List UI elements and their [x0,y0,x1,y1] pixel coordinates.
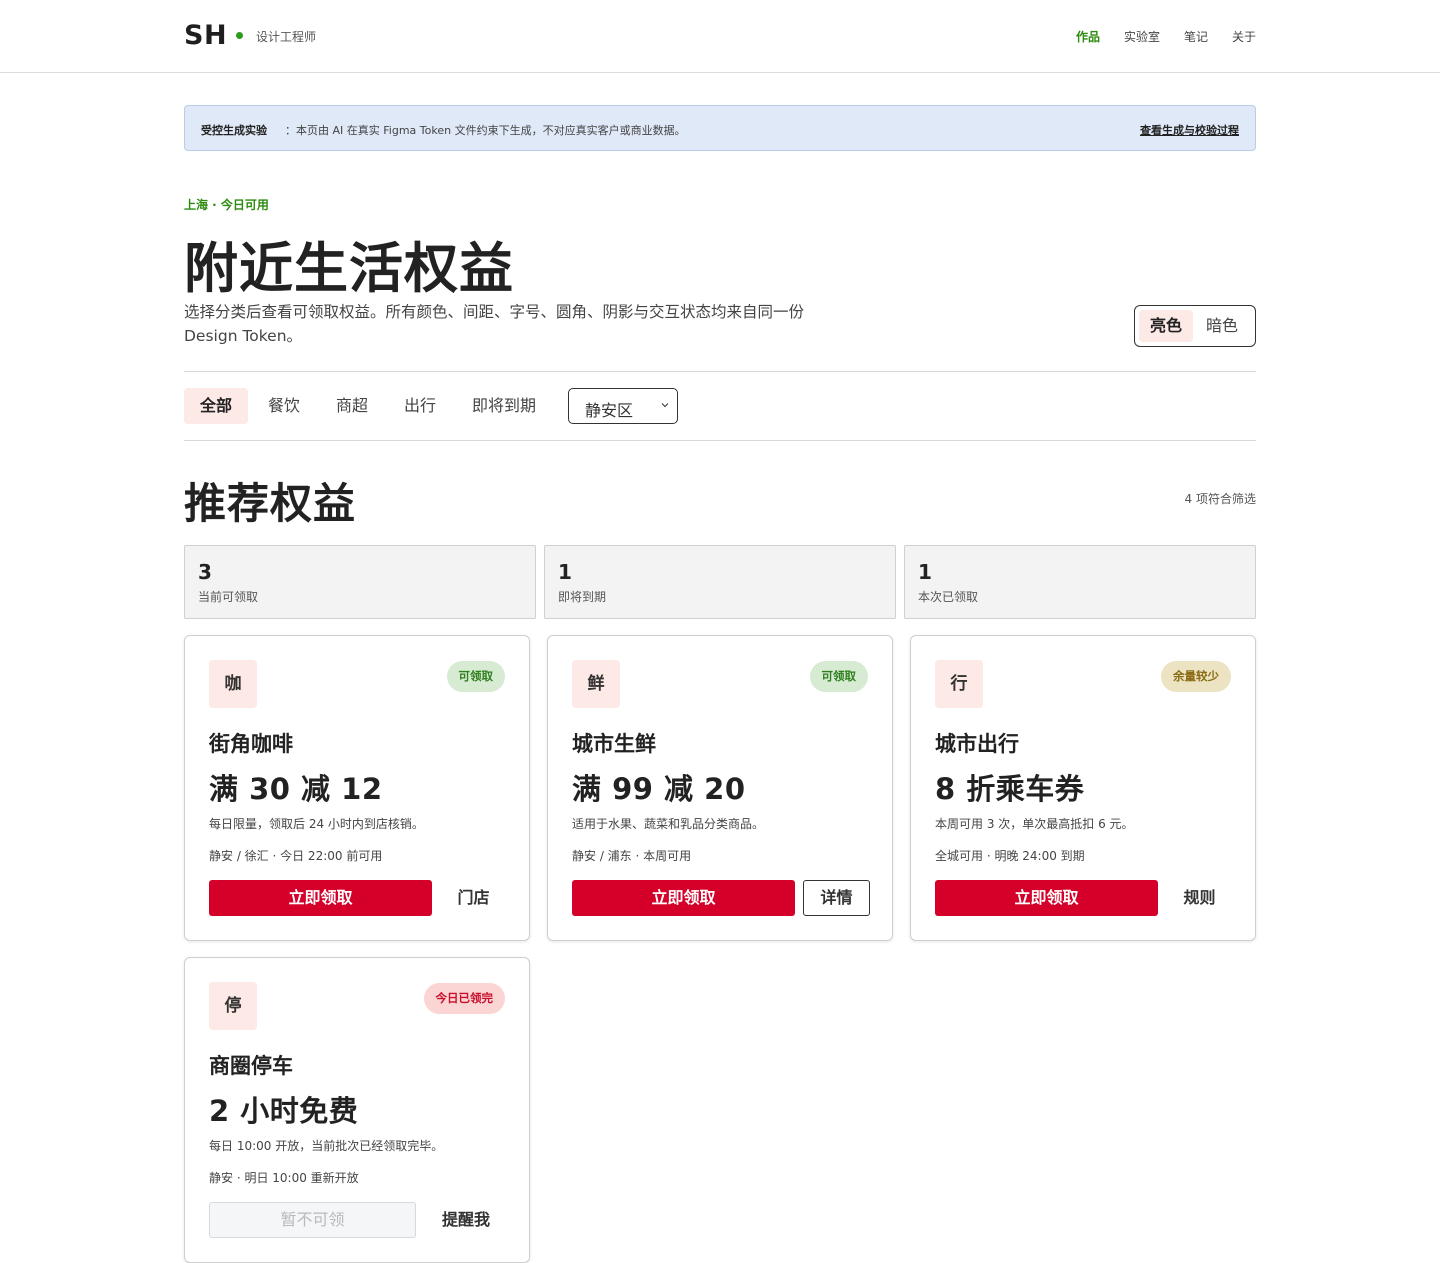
parking-icon: 停 [209,982,257,1030]
district-select[interactable]: 静安区 [568,388,678,424]
rules-button[interactable]: 规则 [1166,880,1233,916]
card-title: 商圈停车 [209,1054,293,1078]
card-offer: 满 99 减 20 [572,772,746,806]
nav-item-notes[interactable]: 笔记 [1184,28,1208,45]
details-button[interactable]: 详情 [803,880,870,916]
top-nav-bar: SH 设计工程师 作品 实验室 笔记 关于 [0,0,1440,73]
claim-button[interactable]: 立即领取 [209,880,432,916]
card-offer: 满 30 减 12 [209,772,383,806]
stat-label: 当前可领取 [198,590,259,604]
claim-button[interactable]: 立即领取 [572,880,795,916]
site-logo[interactable]: SH [184,20,227,51]
view-process-link[interactable]: 查看生成与校验过程 [1140,122,1239,138]
card-description: 适用于水果、蔬菜和乳品分类商品。 [572,817,765,831]
status-dot-icon [236,32,243,39]
theme-light-button[interactable]: 亮色 [1139,310,1193,342]
card-title: 城市生鲜 [572,732,656,756]
notice-title: 受控生成实验 [201,124,267,137]
benefit-card-coffee: 咖 可领取 街角咖啡 满 30 减 12 每日限量，领取后 24 小时内到店核销… [184,635,530,941]
stat-label: 本次已领取 [918,590,979,604]
status-badge: 可领取 [446,661,505,692]
benefit-card-transit: 行 余量较少 城市出行 8 折乘车券 本周可用 3 次，单次最高抵扣 6 元。 … [910,635,1256,941]
stat-label: 即将到期 [558,590,607,604]
section-title: 推荐权益 [184,479,357,528]
theme-dark-button[interactable]: 暗色 [1195,310,1249,342]
card-meta: 静安 / 徐汇 · 今日 22:00 前可用 [209,849,383,863]
site-subtitle: 设计工程师 [256,30,317,44]
filter-tab-dining[interactable]: 餐饮 [252,388,316,424]
card-meta: 静安 · 明日 10:00 重新开放 [209,1171,359,1185]
card-title: 城市出行 [935,732,1019,756]
filter-tab-expiring[interactable]: 即将到期 [456,388,552,424]
theme-toggle: 亮色 暗色 [1134,305,1256,347]
card-offer: 2 小时免费 [209,1094,359,1128]
status-badge: 今日已领完 [423,983,505,1014]
page-title: 附近生活权益 [184,237,514,300]
benefit-card-parking: 停 今日已领完 商圈停车 2 小时免费 每日 10:00 开放，当前批次已经领取… [184,957,530,1263]
result-count: 4 项符合筛选 [1184,492,1256,506]
card-title: 街角咖啡 [209,732,293,756]
stat-claimed: 1 本次已领取 [904,545,1256,619]
card-description: 每日限量，领取后 24 小时内到店核销。 [209,817,424,831]
stat-value: 1 [918,560,932,584]
divider [184,440,1256,441]
divider [184,371,1256,372]
card-offer: 8 折乘车券 [935,772,1085,806]
unavailable-button: 暂不可领 [209,1202,416,1238]
status-badge: 可领取 [809,661,868,692]
filter-tab-all[interactable]: 全部 [184,388,248,424]
stat-available: 3 当前可领取 [184,545,536,619]
stores-button[interactable]: 门店 [440,880,507,916]
filter-tab-travel[interactable]: 出行 [388,388,452,424]
notice-text: ：本页由 AI 在真实 Figma Token 文件约束下生成，不对应真实客户或… [285,124,686,137]
stat-value: 3 [198,560,212,584]
remind-me-button[interactable]: 提醒我 [425,1202,507,1238]
grocery-icon: 鲜 [572,660,620,708]
claim-button[interactable]: 立即领取 [935,880,1158,916]
card-description: 本周可用 3 次，单次最高抵扣 6 元。 [935,817,1134,831]
benefit-card-grocery: 鲜 可领取 城市生鲜 满 99 减 20 适用于水果、蔬菜和乳品分类商品。 静安… [547,635,893,941]
filter-tab-supermarket[interactable]: 商超 [320,388,384,424]
nav-item-about[interactable]: 关于 [1232,28,1256,45]
card-meta: 静安 / 浦东 · 本周可用 [572,849,692,863]
chevron-down-icon [661,403,669,408]
nav-item-lab[interactable]: 实验室 [1124,28,1160,45]
page-description: 选择分类后查看可领取权益。所有颜色、间距、字号、圆角、阴影与交互状态均来自同一份… [184,303,805,345]
nav-item-works[interactable]: 作品 [1076,28,1100,45]
card-meta: 全城可用 · 明晚 24:00 到期 [935,849,1085,863]
card-description: 每日 10:00 开放，当前批次已经领取完毕。 [209,1139,444,1153]
district-select-value: 静安区 [585,401,634,420]
stat-expiring: 1 即将到期 [544,545,896,619]
status-badge: 余量较少 [1161,661,1231,692]
transit-icon: 行 [935,660,983,708]
location-eyebrow: 上海 · 今日可用 [184,198,269,212]
experiment-notice-banner: 受控生成实验 ：本页由 AI 在真实 Figma Token 文件约束下生成，不… [184,105,1256,151]
stat-value: 1 [558,560,572,584]
coffee-icon: 咖 [209,660,257,708]
